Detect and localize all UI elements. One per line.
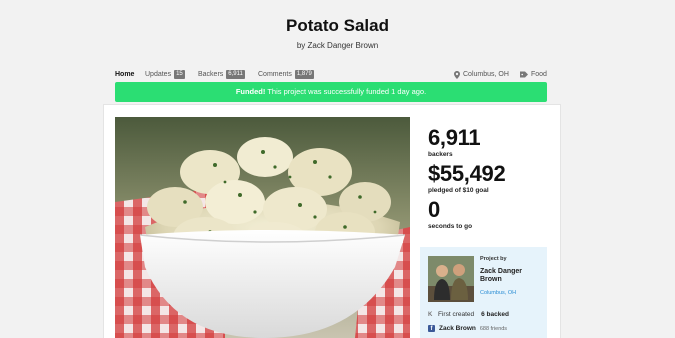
project-nav: Home Updates 15 Backers 6,911 Comments 1…	[115, 69, 547, 81]
time-remaining-label: seconds to go	[428, 223, 473, 230]
backers-label: backers	[428, 151, 453, 158]
nav-updates-label: Updates	[145, 71, 172, 78]
potato-salad-photo	[115, 117, 410, 338]
first-created-label: First created	[438, 311, 475, 318]
project-by-label: Project by	[480, 256, 507, 262]
pledged-label: pledged of $10 goal	[428, 187, 489, 194]
nav-comments-label: Comments	[258, 71, 292, 78]
backers-count: 6,911	[428, 125, 481, 150]
facebook-name[interactable]: Zack Brown	[439, 325, 476, 332]
backed-count[interactable]: 6 backed	[481, 311, 509, 318]
funding-stats: 6,911 backers $55,492 pledged of $10 goa…	[428, 125, 558, 231]
creator-history: K First created 6 backed	[428, 311, 509, 318]
nav-backers[interactable]: Backers 6,911	[198, 69, 245, 80]
tag-icon	[520, 71, 528, 78]
nav-comments[interactable]: Comments 1,879	[258, 69, 314, 80]
creator-card: Project by Zack Danger Brown Columbus, O…	[420, 247, 547, 338]
creator-facebook: f Zack Brown 688 friends	[428, 325, 507, 332]
creator-photo	[428, 256, 474, 302]
nav-home[interactable]: Home	[115, 69, 134, 80]
creator-name[interactable]: Zack Danger Brown	[480, 268, 542, 284]
nav-category[interactable]: Food	[520, 69, 547, 80]
pledged-amount: $55,492	[428, 161, 506, 186]
location-pin-icon	[454, 70, 460, 79]
creator-location[interactable]: Columbus, OH	[480, 290, 516, 296]
nav-category-label: Food	[531, 71, 547, 78]
funded-banner-text: This project was successfully funded 1 d…	[265, 87, 427, 96]
time-remaining: 0	[428, 197, 440, 222]
backers-count-badge: 6,911	[226, 70, 245, 79]
project-byline: by Zack Danger Brown	[296, 41, 379, 50]
project-image[interactable]	[115, 117, 410, 338]
creator-avatar[interactable]	[428, 256, 474, 302]
nav-backers-label: Backers	[198, 71, 224, 78]
nav-home-label: Home	[115, 71, 135, 78]
nav-location-label: Columbus, OH	[463, 71, 509, 78]
funded-banner-strong: Funded!	[235, 87, 266, 96]
nav-updates[interactable]: Updates 15	[145, 69, 185, 80]
kickstarter-k-icon: K	[428, 311, 433, 318]
nav-location[interactable]: Columbus, OH	[454, 69, 509, 80]
facebook-icon: f	[428, 325, 435, 332]
comments-count-badge: 1,879	[294, 70, 314, 79]
funded-banner: Funded! This project was successfully fu…	[115, 82, 547, 102]
updates-count-badge: 15	[174, 70, 185, 79]
project-title: Potato Salad	[286, 16, 389, 35]
facebook-friends: 688 friends	[479, 325, 508, 332]
